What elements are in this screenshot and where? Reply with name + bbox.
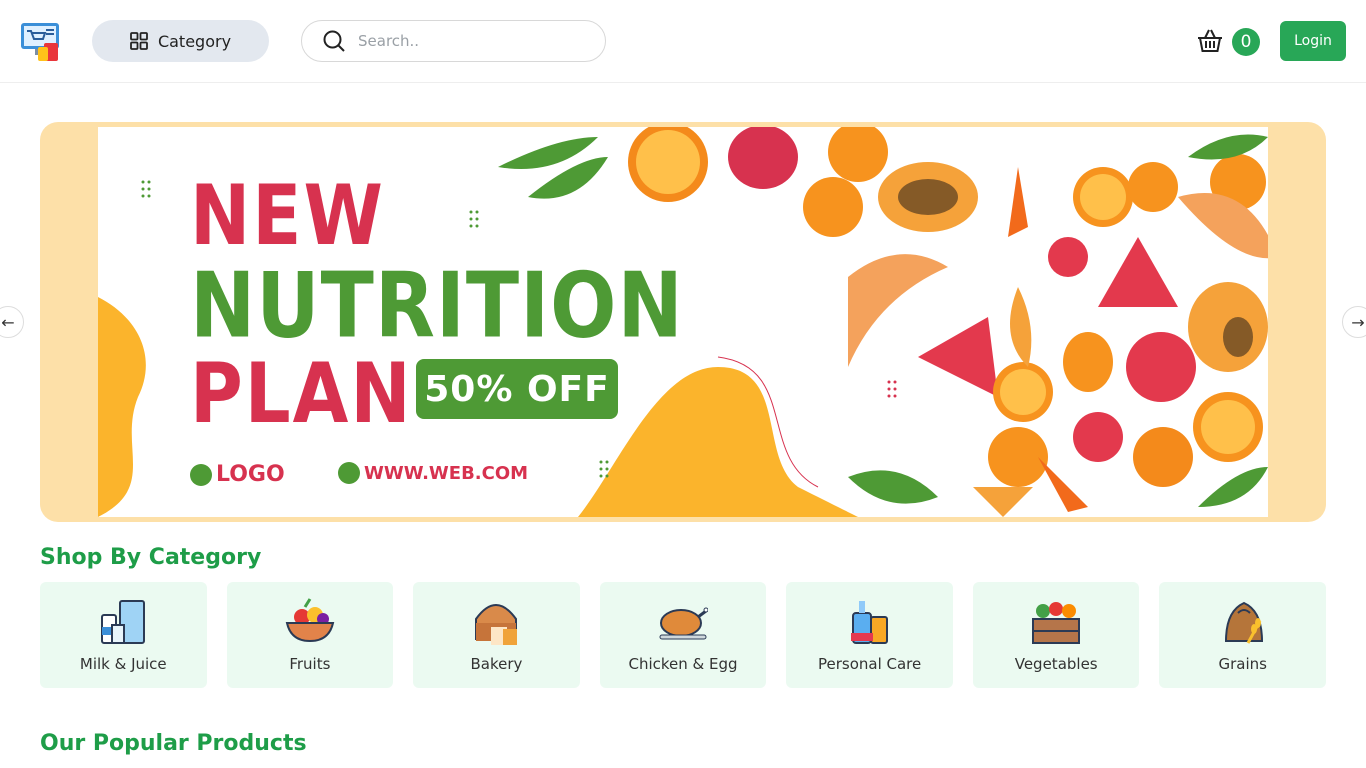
leaf-icon: [190, 463, 212, 486]
category-label: Vegetables: [1014, 655, 1098, 673]
grains-icon: [1224, 601, 1263, 644]
promo-banner[interactable]: NEW NUTRITION PLAN 50% OFF LOGO WWW.WEB.…: [40, 122, 1326, 522]
category-label: Fruits: [289, 655, 331, 673]
banner-heading-line1: NEW: [190, 167, 385, 264]
category-card-milk-juice[interactable]: Milk & Juice: [40, 582, 207, 688]
popular-products-title: Our Popular Products: [40, 731, 307, 756]
banner-image: NEW NUTRITION PLAN 50% OFF LOGO WWW.WEB.…: [98, 127, 1268, 517]
category-card-grains[interactable]: Grains: [1159, 582, 1327, 688]
carousel-next-button[interactable]: →: [1342, 306, 1366, 338]
store-logo[interactable]: [20, 21, 62, 63]
category-card-chicken-egg[interactable]: Chicken & Egg: [599, 582, 767, 688]
category-button-label: Category: [157, 31, 232, 51]
category-card-bakery[interactable]: Bakery: [413, 582, 580, 688]
globe-icon: [338, 462, 360, 484]
category-card-personal-care[interactable]: Personal Care: [786, 582, 953, 688]
category-label: Bakery: [470, 655, 523, 673]
banner-logo-text: LOGO: [216, 462, 285, 487]
category-label: Chicken & Egg: [628, 655, 738, 673]
shop-by-category-title: Shop By Category: [40, 545, 262, 570]
category-label: Grains: [1218, 655, 1267, 673]
search-bar: [301, 20, 606, 62]
arrow-right-icon: →: [1351, 312, 1365, 332]
banner-website: WWW.WEB.COM: [338, 462, 528, 484]
category-card-vegetables[interactable]: Vegetables: [972, 582, 1140, 688]
bakery-icon: [475, 604, 518, 645]
category-button[interactable]: Category: [92, 20, 269, 62]
milk-juice-icon: [101, 600, 146, 644]
search-input[interactable]: [358, 32, 578, 50]
login-button[interactable]: Login: [1280, 21, 1346, 61]
carousel-prev-button[interactable]: ←: [0, 306, 24, 338]
category-label: Milk & Juice: [79, 655, 167, 673]
category-card-fruits[interactable]: Fruits: [226, 582, 394, 688]
banner-website-text: WWW.WEB.COM: [364, 462, 529, 484]
grid-icon: [130, 32, 148, 50]
chicken-egg-icon: [659, 607, 709, 640]
category-label: Personal Care: [817, 655, 922, 673]
banner-logo: LOGO: [190, 462, 285, 487]
top-navbar: Category 0 Login: [0, 0, 1366, 83]
cart-count-badge[interactable]: 0: [1232, 28, 1260, 56]
vegetables-icon: [1032, 602, 1081, 644]
basket-icon[interactable]: [1197, 28, 1223, 54]
banner-offer-badge: 50% OFF: [416, 359, 618, 419]
banner-heading-line2: NUTRITION: [190, 255, 684, 359]
fruits-icon: [285, 598, 335, 643]
search-icon: [323, 30, 345, 52]
personal-care-icon: [850, 601, 888, 644]
arrow-left-icon: ←: [1, 312, 15, 332]
banner-heading-line3: PLAN: [190, 345, 413, 442]
category-list: Milk & Juice Fruits Bakery Chicken & Egg: [40, 582, 1327, 688]
